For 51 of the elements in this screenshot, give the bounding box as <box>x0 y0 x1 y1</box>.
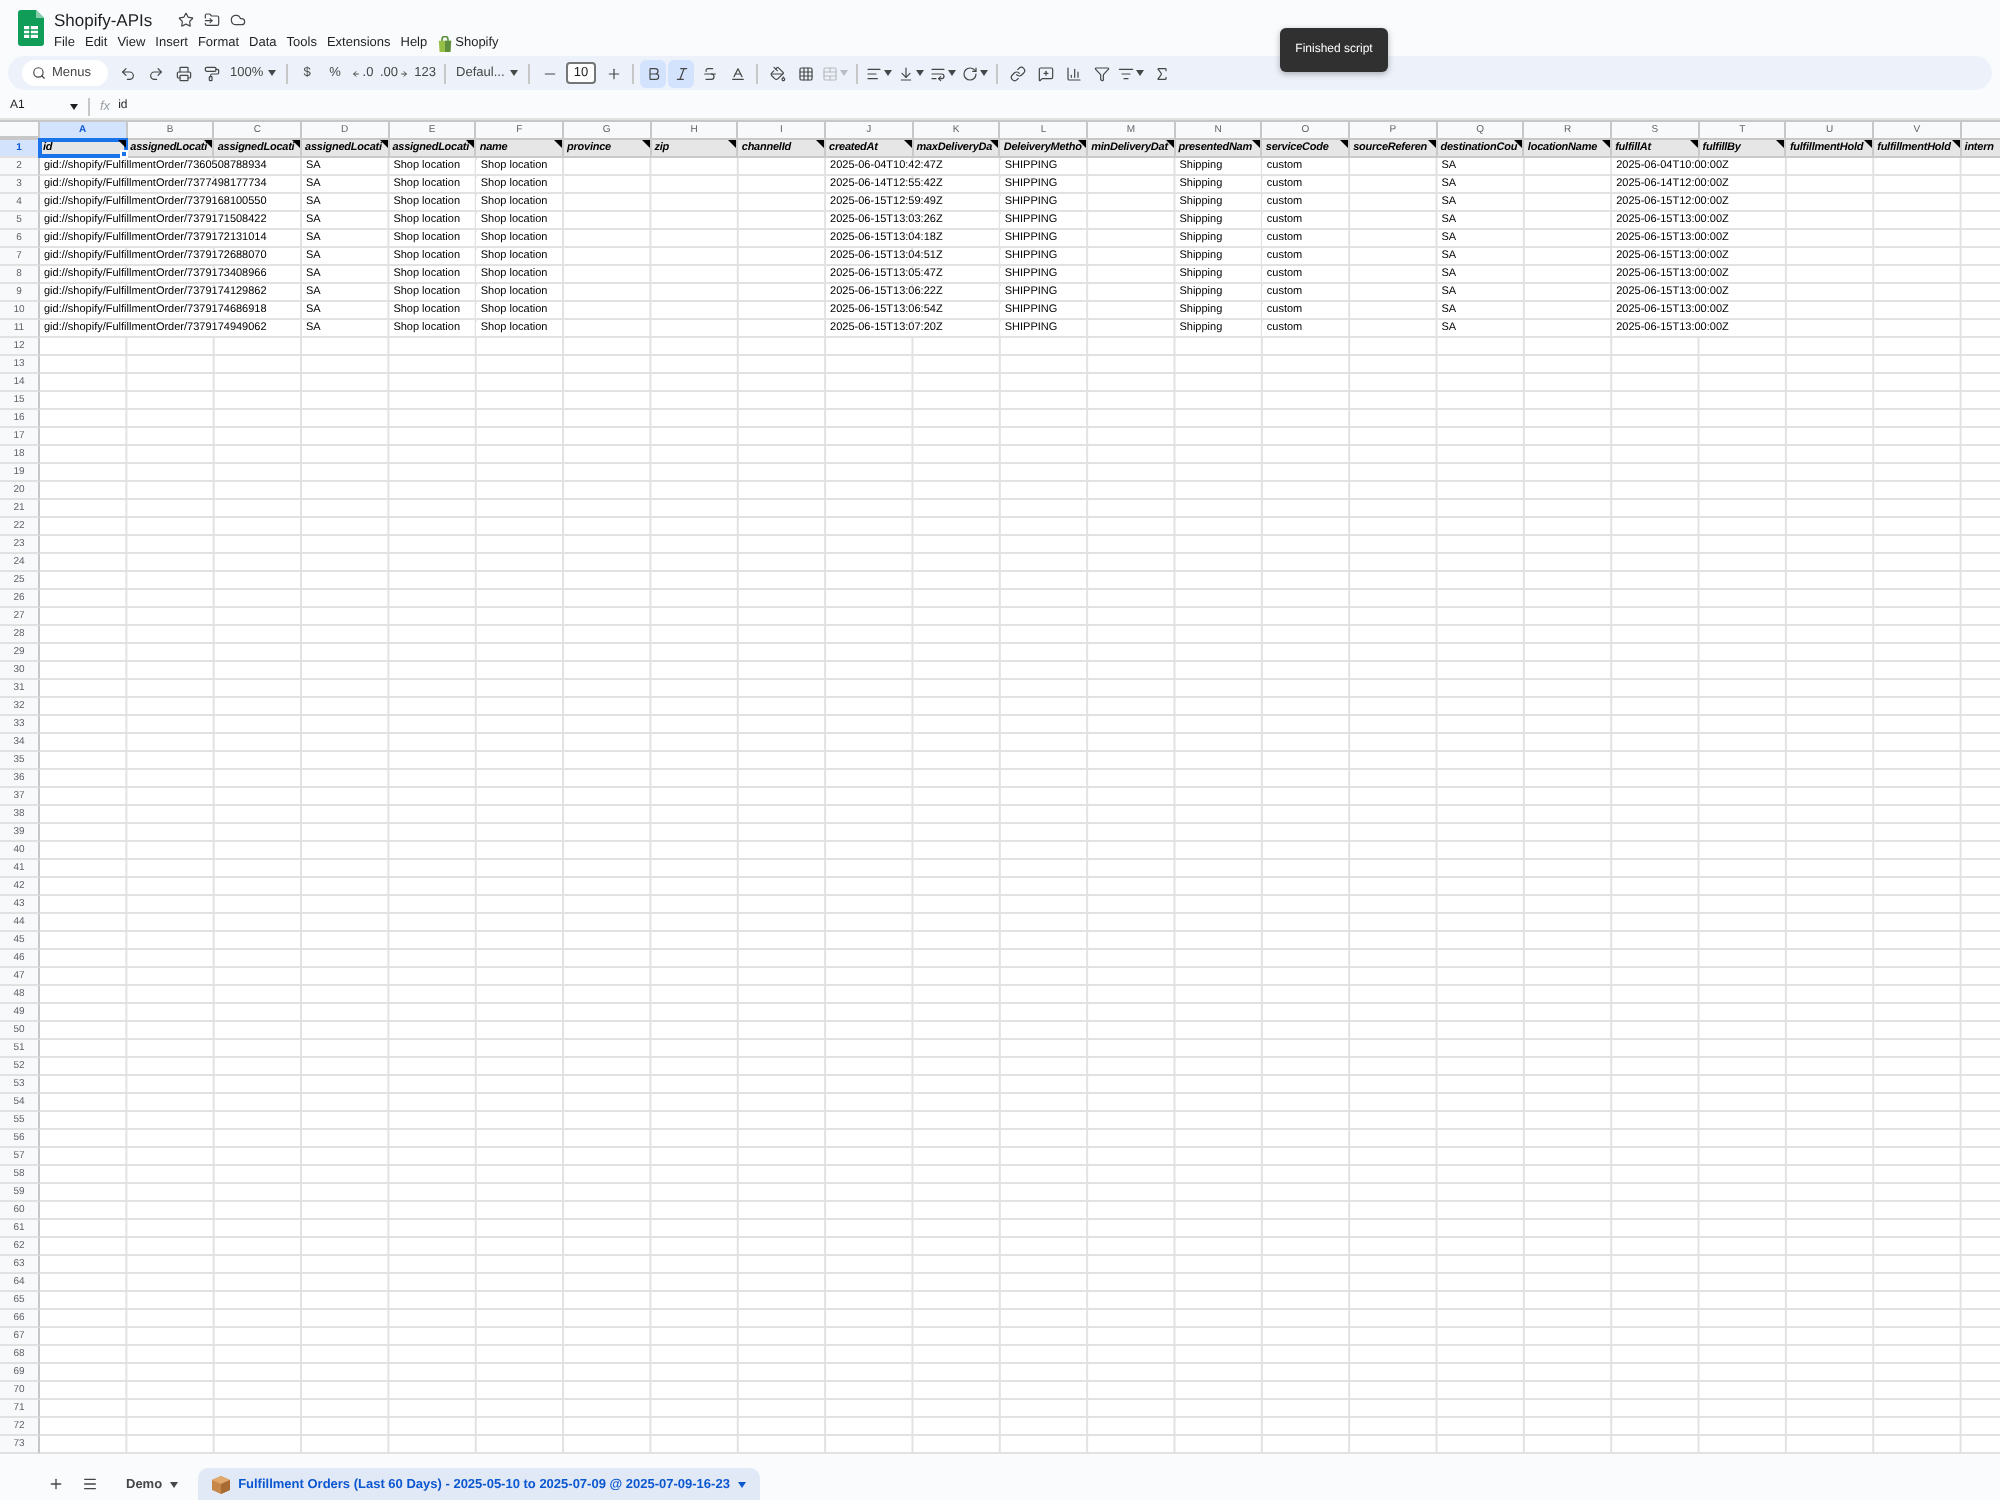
link-icon <box>1009 65 1026 81</box>
caret-icon <box>510 70 519 76</box>
bold-icon <box>645 65 662 81</box>
move-button[interactable] <box>202 11 221 29</box>
shopping-bag-icon <box>437 35 452 51</box>
cloud-icon <box>229 12 246 28</box>
plus-icon <box>47 1475 63 1491</box>
align-left-icon <box>866 65 883 81</box>
caret-icon <box>980 70 989 76</box>
caret-icon <box>884 70 893 76</box>
rotate-icon <box>962 65 979 81</box>
arrow-right-icon <box>400 69 409 77</box>
bar-chart-icon <box>1065 65 1082 81</box>
star-icon <box>177 12 194 28</box>
merge-cells-icon <box>822 65 839 81</box>
caret-icon <box>70 103 78 109</box>
sigma-icon <box>1153 65 1170 81</box>
caret-icon <box>840 70 849 76</box>
arrow-left-icon <box>352 69 361 77</box>
redo-icon <box>147 65 163 81</box>
document-title[interactable]: Shopify-APIs <box>54 10 153 30</box>
save-status-button[interactable] <box>228 11 247 29</box>
wrap-text-icon <box>930 65 947 81</box>
filter-icon <box>1093 65 1110 81</box>
star-button[interactable] <box>176 11 195 29</box>
italic-button[interactable] <box>668 59 695 87</box>
filter-list-icon <box>1118 65 1135 81</box>
paint-roller-icon <box>203 65 219 81</box>
caret-icon <box>948 70 957 76</box>
grid-icon <box>797 65 814 81</box>
caret-icon <box>916 70 925 76</box>
align-bottom-icon <box>898 65 915 81</box>
package-icon <box>212 1475 231 1493</box>
caret-icon <box>170 1481 179 1487</box>
comment-plus-icon <box>1037 65 1054 81</box>
caret-icon <box>737 1481 746 1487</box>
printer-icon <box>175 65 191 81</box>
paint-bucket-icon <box>769 65 786 81</box>
menu-icon <box>81 1475 97 1491</box>
search-icon <box>32 66 46 80</box>
caret-icon <box>268 70 276 76</box>
italic-icon <box>673 65 690 81</box>
text-color-icon <box>729 65 746 81</box>
fill-handle-icon[interactable] <box>119 150 128 158</box>
folder-icon <box>203 12 220 28</box>
spreadsheet-icon <box>18 10 44 46</box>
plus-icon <box>605 65 622 81</box>
undo-icon <box>119 65 135 81</box>
caret-icon <box>1136 70 1145 76</box>
bold-button[interactable] <box>640 59 667 87</box>
strikethrough-icon <box>701 65 718 81</box>
